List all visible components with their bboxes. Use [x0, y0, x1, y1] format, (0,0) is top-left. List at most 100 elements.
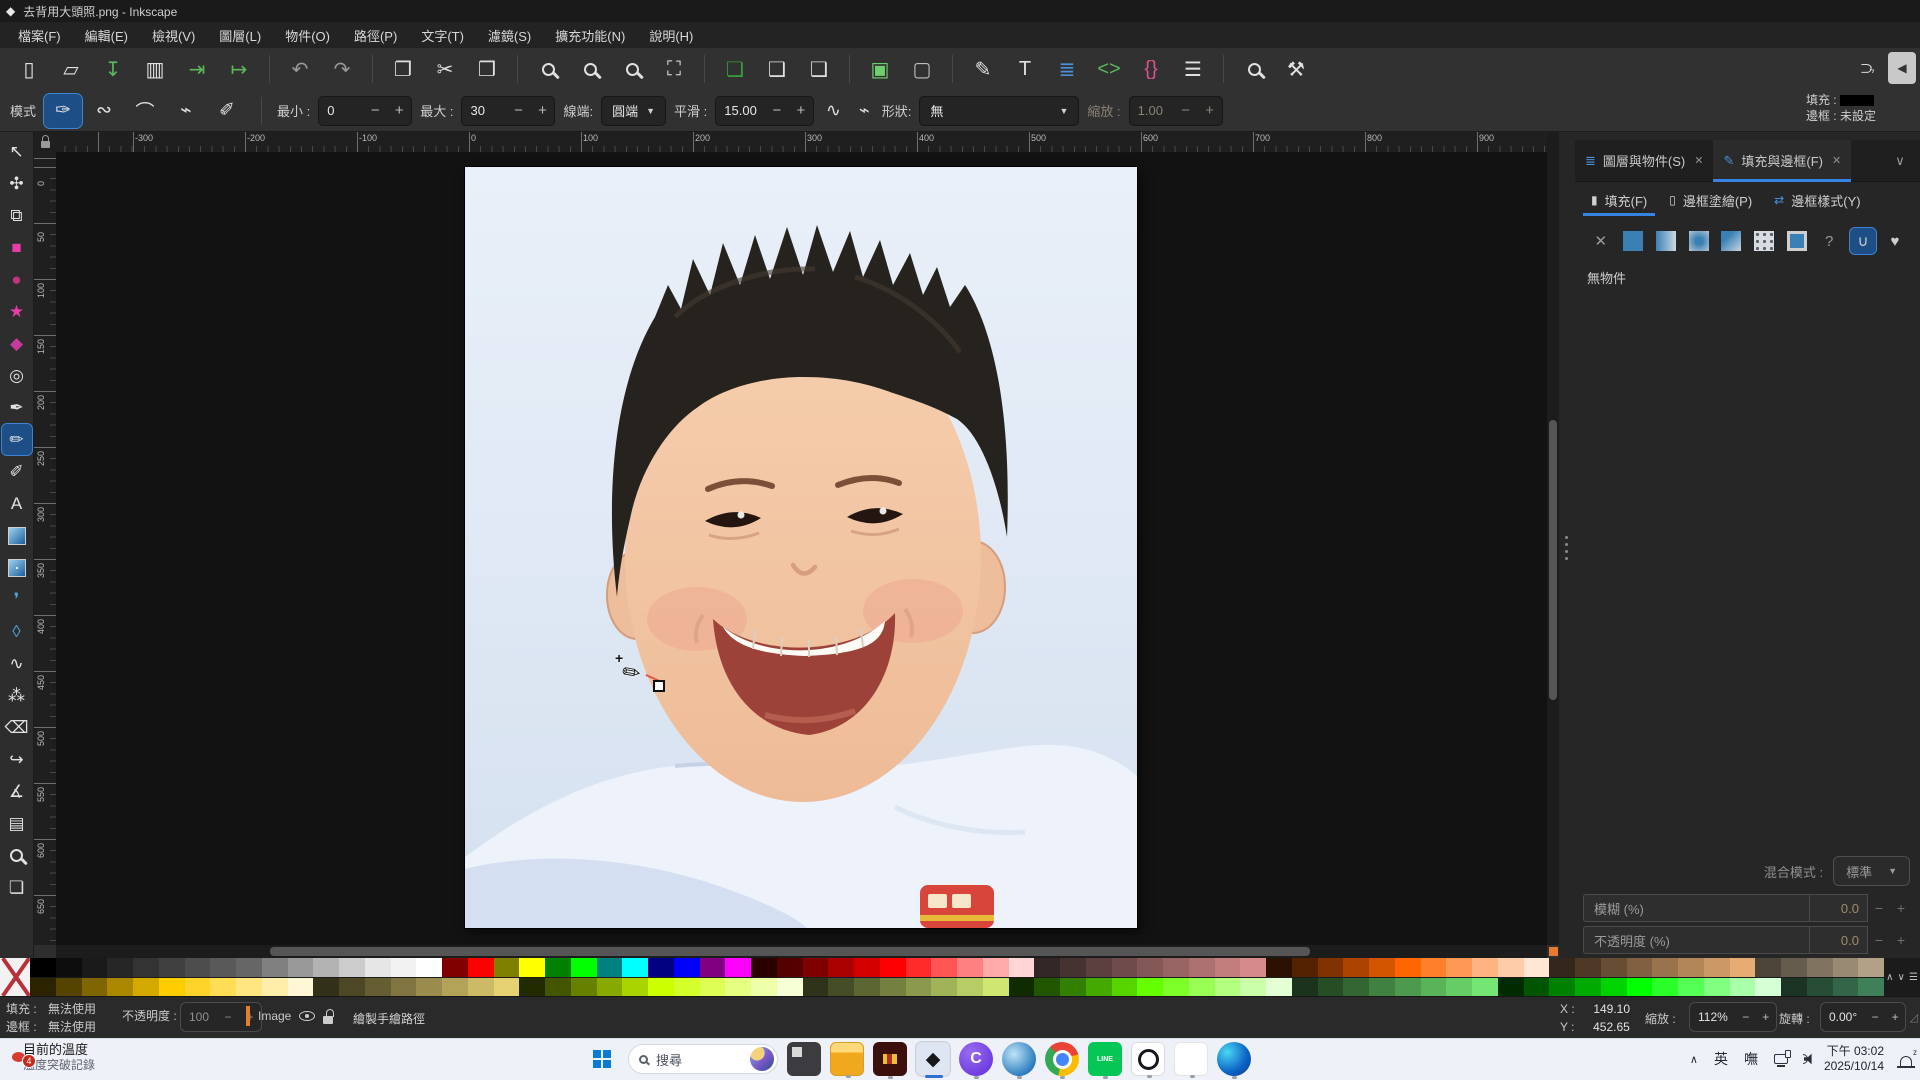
new-document-button[interactable]: ▯: [10, 52, 48, 86]
palette-swatch[interactable]: [1833, 958, 1859, 977]
poster-app[interactable]: [873, 1042, 907, 1076]
palette-swatch[interactable]: [30, 978, 56, 997]
paint-pattern-button[interactable]: [1752, 229, 1776, 253]
palette-swatch[interactable]: [1163, 958, 1189, 977]
palette-swatch[interactable]: [159, 978, 185, 997]
layer-visibility-icon[interactable]: [299, 1011, 315, 1021]
palette-swatch[interactable]: [365, 978, 391, 997]
menu-layer[interactable]: 圖層(L): [207, 23, 273, 48]
max-decrement-button[interactable]: −: [506, 102, 530, 119]
palette-swatch[interactable]: [828, 958, 854, 977]
fill-rule-nonzero-button[interactable]: ♥: [1882, 228, 1908, 254]
palette-swatch[interactable]: [288, 958, 314, 977]
pages-tool[interactable]: ❏: [2, 872, 32, 903]
zoom-drawing-button[interactable]: [571, 52, 609, 86]
dropper-tool[interactable]: ❜: [2, 584, 32, 615]
selector-tool[interactable]: ↖: [2, 136, 32, 167]
unlink-clone-button[interactable]: ❑: [800, 52, 838, 86]
preferences-button[interactable]: ⚒: [1277, 52, 1315, 86]
palette-swatch[interactable]: [725, 978, 751, 997]
palette-swatch[interactable]: [1549, 958, 1575, 977]
palette-swatch[interactable]: [828, 978, 854, 997]
tab-fill-stroke[interactable]: ✎填充與邊框(F)✕: [1713, 140, 1851, 181]
palette-swatch[interactable]: [1343, 958, 1369, 977]
canvas[interactable]: + ✏: [56, 152, 1547, 945]
palette-swatch[interactable]: [391, 958, 417, 977]
palette-swatch[interactable]: [107, 958, 133, 977]
palette-swatch[interactable]: [571, 958, 597, 977]
weather-widget-button[interactable]: 4 目前的溫度 溫度突破記錄: [14, 1042, 95, 1073]
palette-swatch[interactable]: [339, 978, 365, 997]
palette-swatch[interactable]: [1781, 978, 1807, 997]
palette-none-swatch[interactable]: [0, 958, 30, 996]
menu-object[interactable]: 物件(O): [273, 23, 342, 48]
palette-swatch[interactable]: [1421, 978, 1447, 997]
palette-swatch[interactable]: [854, 958, 880, 977]
layers-dialog-button[interactable]: ≣: [1048, 52, 1086, 86]
rotation-dec-button[interactable]: −: [1865, 1010, 1885, 1024]
paint-bucket-tool[interactable]: ◊: [2, 616, 32, 647]
min-decrement-button[interactable]: −: [363, 102, 387, 119]
palette-swatch[interactable]: [185, 978, 211, 997]
palette-swatch[interactable]: [1524, 978, 1550, 997]
palette-swatch[interactable]: [1086, 978, 1112, 997]
ellipse-tool[interactable]: ●: [2, 264, 32, 295]
ruler-lock-toggle[interactable]: [34, 132, 56, 152]
palette-swatch[interactable]: [1034, 978, 1060, 997]
fill-color-swatch[interactable]: [1840, 95, 1874, 106]
palette-swatch[interactable]: [957, 958, 983, 977]
zoom-spinbox[interactable]: 112% − +: [1689, 1002, 1777, 1032]
gradient-tool[interactable]: [2, 520, 32, 551]
palette-swatch[interactable]: [1730, 958, 1756, 977]
save-button[interactable]: ↧: [94, 52, 132, 86]
duplicate-button[interactable]: ❏: [716, 52, 754, 86]
palette-swatch[interactable]: [777, 978, 803, 997]
palette-swatch[interactable]: [622, 978, 648, 997]
palette-swatch[interactable]: [1858, 958, 1884, 977]
snap-bar-collapse-button[interactable]: ◀: [1888, 52, 1916, 84]
layer-name[interactable]: Image: [258, 1009, 291, 1023]
palette-swatch[interactable]: [1060, 958, 1086, 977]
palette-swatch[interactable]: [56, 978, 82, 997]
mode-straight-button[interactable]: ⌁: [167, 94, 205, 128]
palette-swatch[interactable]: [1627, 958, 1653, 977]
color-managed-toggle[interactable]: [1549, 947, 1558, 956]
print-button[interactable]: ▥: [136, 52, 174, 86]
palette-swatch[interactable]: [391, 978, 417, 997]
palette-swatch[interactable]: [1472, 978, 1498, 997]
palette-swatch[interactable]: [1060, 978, 1086, 997]
text-dialog-button[interactable]: T: [1006, 52, 1044, 86]
clock-app[interactable]: [1131, 1042, 1165, 1076]
palette-swatch[interactable]: [1446, 958, 1472, 977]
palette-swatch[interactable]: [1112, 958, 1138, 977]
zoom-tool[interactable]: [2, 840, 32, 871]
shape-dropdown[interactable]: 無 ▼: [919, 96, 1079, 126]
palette-swatch[interactable]: [236, 978, 262, 997]
palette-swatch[interactable]: [107, 978, 133, 997]
palette-swatch[interactable]: [931, 958, 957, 977]
palette-swatch[interactable]: [597, 958, 623, 977]
close-icon[interactable]: ✕: [1692, 154, 1703, 167]
edge-app[interactable]: [1217, 1042, 1251, 1076]
horizontal-scrollbar-thumb[interactable]: [270, 947, 1310, 956]
hidden-icons-button[interactable]: ∧: [1690, 1053, 1698, 1066]
palette-swatch[interactable]: [468, 978, 494, 997]
volume-icon[interactable]: [1804, 1053, 1808, 1065]
palette-swatch[interactable]: [210, 958, 236, 977]
palette-swatch[interactable]: [1472, 958, 1498, 977]
palette-swatch[interactable]: [1652, 958, 1678, 977]
opacity-slider[interactable]: 不透明度 (%): [1583, 926, 1810, 954]
rectangle-tool[interactable]: ■: [2, 232, 32, 263]
palette-swatch[interactable]: [1807, 958, 1833, 977]
pencil-tool[interactable]: ✏: [2, 424, 32, 455]
palette-swatch[interactable]: [777, 958, 803, 977]
rotation-inc-button[interactable]: +: [1885, 1010, 1905, 1024]
menu-view[interactable]: 檢視(V): [140, 23, 207, 48]
palette-swatch[interactable]: [1704, 978, 1730, 997]
blur-value[interactable]: 0.0: [1810, 894, 1868, 922]
palette-swatch[interactable]: [288, 978, 314, 997]
paint-linear-gradient-button[interactable]: [1654, 229, 1678, 253]
palette-swatch[interactable]: [1498, 978, 1524, 997]
palette-swatch[interactable]: [725, 958, 751, 977]
menu-extensions[interactable]: 擴充功能(N): [543, 23, 637, 48]
